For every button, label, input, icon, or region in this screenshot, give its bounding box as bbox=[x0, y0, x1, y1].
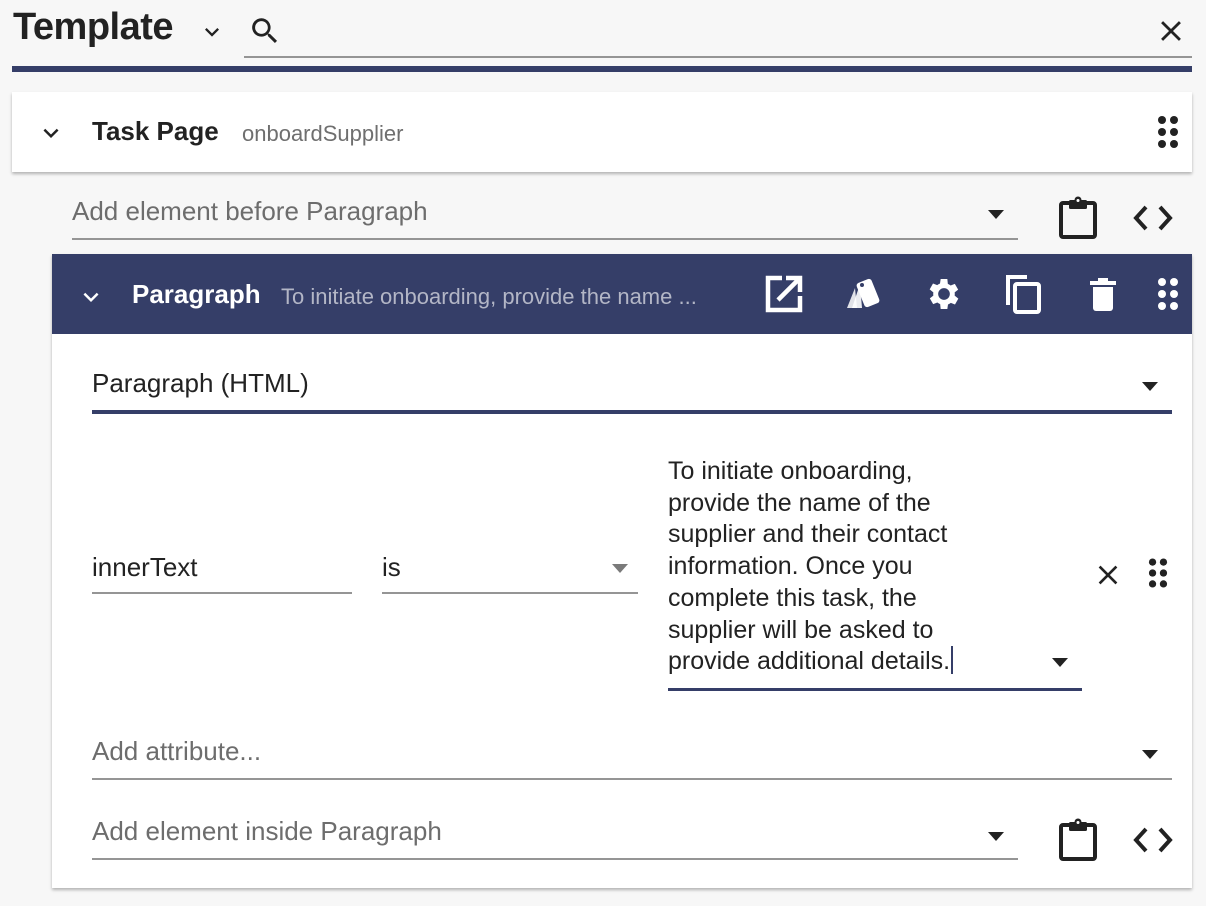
remove-attribute-button[interactable] bbox=[1092, 559, 1124, 591]
add-attribute-select[interactable]: Add attribute... bbox=[92, 728, 1172, 780]
dropdown-arrow-icon bbox=[1142, 750, 1158, 759]
drag-handle-icon bbox=[1158, 116, 1178, 148]
delete-button[interactable] bbox=[1083, 274, 1123, 314]
paragraph-drag-handle[interactable] bbox=[1157, 277, 1179, 311]
dropdown-arrow-icon bbox=[612, 564, 628, 573]
dropdown-arrow-icon bbox=[988, 210, 1004, 219]
task-page-collapse-button[interactable] bbox=[36, 118, 66, 148]
close-icon bbox=[1161, 21, 1181, 41]
task-page-name: onboardSupplier bbox=[242, 121, 404, 146]
add-element-inside-placeholder: Add element inside Paragraph bbox=[92, 816, 442, 846]
template-dropdown-chevron[interactable] bbox=[198, 18, 226, 46]
code-icon bbox=[1133, 827, 1173, 853]
element-type-select[interactable]: Paragraph (HTML) bbox=[92, 362, 1172, 414]
chevron-down-icon bbox=[43, 128, 59, 138]
element-type-value: Paragraph (HTML) bbox=[92, 368, 309, 398]
add-element-before-placeholder: Add element before Paragraph bbox=[72, 196, 428, 226]
copy-icon bbox=[1006, 275, 1041, 314]
chevron-down-icon bbox=[205, 28, 219, 37]
settings-button[interactable] bbox=[924, 274, 964, 314]
attribute-value-input[interactable]: To initiate onboarding, provide the name… bbox=[668, 454, 1082, 691]
code-view-before-button[interactable] bbox=[1132, 204, 1174, 232]
page-title: Template bbox=[13, 6, 174, 48]
dropdown-arrow-icon bbox=[988, 832, 1004, 841]
add-attribute-placeholder: Add attribute... bbox=[92, 736, 262, 766]
add-element-before-select[interactable]: Add element before Paragraph bbox=[72, 194, 1018, 240]
attribute-operator-value: is bbox=[382, 552, 401, 582]
open-in-new-button[interactable] bbox=[764, 274, 804, 314]
header-divider bbox=[12, 66, 1192, 72]
attribute-name-input[interactable]: innerText bbox=[92, 544, 352, 594]
style-icon bbox=[847, 278, 880, 308]
delete-icon bbox=[1090, 278, 1116, 311]
paragraph-card: Paragraph To initiate onboarding, provid… bbox=[52, 254, 1192, 888]
clipboard-icon bbox=[1059, 818, 1097, 861]
paragraph-collapse-button[interactable] bbox=[76, 282, 106, 312]
drag-handle-icon bbox=[1158, 278, 1178, 310]
paste-inside-button[interactable] bbox=[1058, 818, 1098, 862]
task-page-card: Task Page onboardSupplier bbox=[12, 92, 1192, 172]
clipboard-icon bbox=[1059, 196, 1097, 239]
search-bar bbox=[244, 6, 1192, 58]
dropdown-arrow-icon bbox=[1142, 382, 1158, 391]
dropdown-arrow-icon bbox=[1052, 658, 1068, 667]
code-icon bbox=[1133, 205, 1173, 231]
open-in-new-icon bbox=[765, 275, 803, 313]
attribute-operator-select[interactable]: is bbox=[382, 544, 638, 594]
style-button[interactable] bbox=[843, 274, 883, 314]
attribute-name-value: innerText bbox=[92, 552, 198, 582]
paragraph-preview: To initiate onboarding, provide the name… bbox=[281, 284, 697, 309]
settings-icon bbox=[929, 279, 959, 309]
attribute-drag-handle[interactable] bbox=[1148, 556, 1168, 590]
paste-before-button[interactable] bbox=[1058, 196, 1098, 240]
task-page-title: Task Page bbox=[92, 116, 219, 146]
paragraph-title: Paragraph bbox=[132, 279, 261, 309]
attribute-value-text: To initiate onboarding, provide the name… bbox=[668, 457, 951, 676]
search-input[interactable] bbox=[290, 12, 1134, 52]
clear-search-button[interactable] bbox=[1154, 14, 1188, 48]
search-icon bbox=[248, 14, 282, 48]
add-element-inside-select[interactable]: Add element inside Paragraph bbox=[92, 810, 1018, 860]
chevron-down-icon bbox=[83, 292, 99, 302]
text-cursor bbox=[951, 646, 954, 675]
duplicate-button[interactable] bbox=[1003, 274, 1043, 314]
drag-handle-icon bbox=[1148, 558, 1168, 588]
close-icon bbox=[1098, 565, 1118, 585]
code-view-inside-button[interactable] bbox=[1132, 826, 1174, 854]
paragraph-header: Paragraph To initiate onboarding, provid… bbox=[52, 254, 1192, 334]
drag-handle[interactable] bbox=[1157, 115, 1179, 149]
